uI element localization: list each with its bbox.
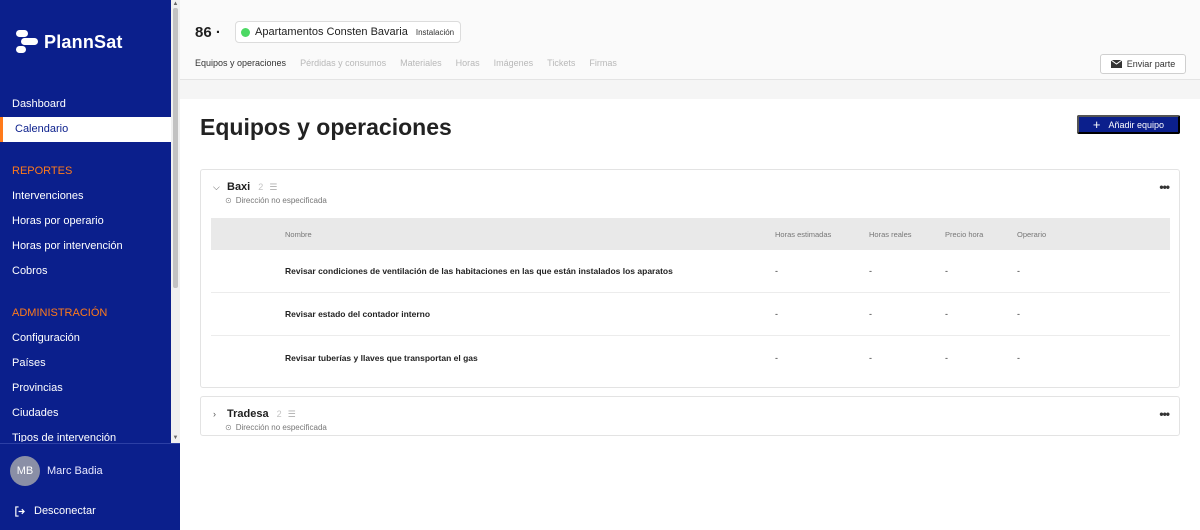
more-options-icon[interactable]: ••• <box>1159 180 1170 194</box>
sidebar-item-cobros[interactable]: Cobros <box>0 259 171 284</box>
sidebar-section-reportes: REPORTES <box>12 165 73 177</box>
equipment-address: ⊙ Dirección no especificada <box>225 423 327 432</box>
tab-bar: Equipos y operaciones Pérdidas y consumo… <box>195 58 617 68</box>
hour-price: - <box>945 352 948 363</box>
envelope-icon <box>1110 60 1122 68</box>
operation-count: 2 <box>276 409 282 419</box>
send-report-label: Enviar parte <box>1126 59 1176 69</box>
sidebar-item-provincias[interactable]: Provincias <box>0 376 171 401</box>
column-header-horas-estimadas: Horas estimadas <box>775 229 832 239</box>
table-row: Revisar tuberías y llaves que transporta… <box>211 336 1170 379</box>
tab-equipos-y-operaciones[interactable]: Equipos y operaciones <box>195 58 286 68</box>
scrollbar-thumb[interactable] <box>173 8 178 288</box>
user-profile[interactable]: MB Marc Badia <box>0 443 180 497</box>
list-icon[interactable]: ☰ <box>269 182 277 193</box>
logout-button[interactable]: Desconectar <box>14 505 96 517</box>
tab-tickets[interactable]: Tickets <box>547 58 575 68</box>
tab-perdidas-y-consumos[interactable]: Pérdidas y consumos <box>300 58 386 68</box>
equipment-address: ⊙ Dirección no especificada <box>225 196 327 205</box>
sidebar-item-configuracion[interactable]: Configuración <box>0 326 171 351</box>
chevron-down-icon[interactable]: ⌵ <box>213 182 221 193</box>
equipment-header[interactable]: › Tradesa 2 ☰ <box>213 408 296 420</box>
logout-label: Desconectar <box>34 505 96 517</box>
real-hours: - <box>869 309 872 319</box>
sidebar-section-administracion: ADMINISTRACIÓN <box>12 307 108 319</box>
work-order-header: 86 · Apartamentos Consten Bavaria Instal… <box>180 0 1200 80</box>
column-header-precio-hora: Precio hora <box>945 229 984 239</box>
column-header-horas-reales: Horas reales <box>869 229 912 239</box>
site-name: Apartamentos Consten Bavaria <box>255 26 408 38</box>
app-name: PlannSat <box>44 31 123 52</box>
more-options-icon[interactable]: ••• <box>1159 407 1170 421</box>
column-header-nombre: Nombre <box>285 229 312 239</box>
operation-name: Revisar estado del contador interno <box>285 309 431 319</box>
user-name: Marc Badia <box>47 464 103 477</box>
logout-icon <box>15 505 25 517</box>
sidebar-item-tipos-de-intervencion[interactable]: Tipos de intervención <box>0 426 171 442</box>
add-equipment-label: Añadir equipo <box>1108 119 1165 130</box>
equipment-header[interactable]: ⌵ Baxi 2 ☰ <box>213 181 277 193</box>
location-pin-icon: ⊙ <box>225 196 232 205</box>
tab-imagenes[interactable]: Imágenes <box>494 58 534 68</box>
location-pin-icon: ⊙ <box>225 423 232 432</box>
sidebar: PlannSat Dashboard Calendario REPORTES I… <box>0 0 180 530</box>
sidebar-scrollbar[interactable]: ▲ ▼ <box>171 0 180 443</box>
add-equipment-button[interactable]: + Añadir equipo <box>1077 115 1180 134</box>
scroll-up-arrow-icon[interactable]: ▲ <box>172 0 179 8</box>
operation-name: Revisar condiciones de ventilación de la… <box>285 266 673 276</box>
status-dot-icon <box>241 27 250 37</box>
ticket-number: 86 · <box>195 24 221 41</box>
real-hours: - <box>869 266 872 276</box>
address-text: Dirección no especificada <box>235 423 327 432</box>
operation-name: Revisar tuberías y llaves que transporta… <box>285 352 478 363</box>
site-type-badge: Instalación <box>415 27 455 37</box>
table-row: Revisar condiciones de ventilación de la… <box>211 250 1170 293</box>
tab-firmas[interactable]: Firmas <box>589 58 617 68</box>
hour-price: - <box>945 309 948 319</box>
table-header: Nombre Horas estimadas Horas reales Prec… <box>211 218 1170 250</box>
tab-materiales[interactable]: Materiales <box>400 58 442 68</box>
equipment-card-tradesa: › Tradesa 2 ☰ ⊙ Dirección no especificad… <box>200 396 1180 436</box>
sidebar-item-intervenciones[interactable]: Intervenciones <box>0 184 171 209</box>
page-title: Equipos y operaciones <box>200 114 452 140</box>
estimated-hours: - <box>775 309 778 319</box>
avatar: MB <box>10 455 40 486</box>
table-row: Revisar estado del contador interno - - … <box>211 293 1170 336</box>
estimated-hours: - <box>775 266 778 276</box>
send-report-button[interactable]: Enviar parte <box>1100 54 1186 74</box>
operator: - <box>1017 352 1020 363</box>
operator: - <box>1017 266 1020 276</box>
column-header-operario: Operario <box>1017 229 1047 239</box>
main-content: Equipos y operaciones + Añadir equipo ⌵ … <box>180 99 1200 530</box>
app-logo[interactable]: PlannSat <box>16 30 123 54</box>
sidebar-item-paises[interactable]: Países <box>0 351 171 376</box>
address-text: Dirección no especificada <box>235 196 327 205</box>
real-hours: - <box>869 352 872 363</box>
operator: - <box>1017 309 1020 319</box>
sidebar-item-calendario[interactable]: Calendario <box>0 117 171 142</box>
equipment-name: Baxi <box>227 181 251 193</box>
list-icon[interactable]: ☰ <box>288 409 296 420</box>
sidebar-item-ciudades[interactable]: Ciudades <box>0 401 171 426</box>
chevron-right-icon[interactable]: › <box>213 409 221 419</box>
operation-count: 2 <box>258 182 264 192</box>
plannsat-logo-icon <box>16 30 38 54</box>
sidebar-item-horas-por-operario[interactable]: Horas por operario <box>0 209 171 234</box>
operations-table: Nombre Horas estimadas Horas reales Prec… <box>211 218 1170 379</box>
tab-horas[interactable]: Horas <box>456 58 480 68</box>
sidebar-nav: Dashboard Calendario REPORTES Intervenci… <box>0 92 171 442</box>
estimated-hours: - <box>775 352 778 363</box>
scroll-down-arrow-icon[interactable]: ▼ <box>172 434 179 442</box>
hour-price: - <box>945 266 948 276</box>
site-chip[interactable]: Apartamentos Consten Bavaria Instalación <box>235 21 462 43</box>
equipment-name: Tradesa <box>227 408 269 420</box>
equipment-card-baxi: ⌵ Baxi 2 ☰ ⊙ Dirección no especificada •… <box>200 169 1180 388</box>
plus-icon: + <box>1092 117 1101 132</box>
sidebar-item-horas-por-intervencion[interactable]: Horas por intervención <box>0 234 171 259</box>
sidebar-item-dashboard[interactable]: Dashboard <box>0 92 171 117</box>
